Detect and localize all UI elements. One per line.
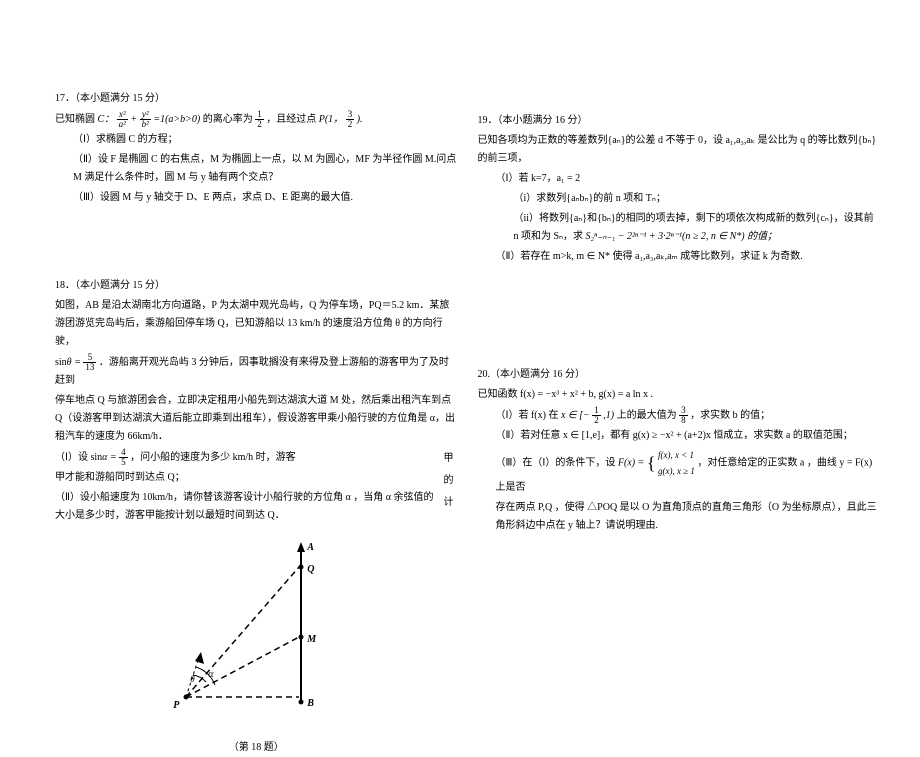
p20-q3a: （Ⅲ）在（Ⅰ）的条件下，设 F(x) = { f(x), x < 1 g(x),… — [478, 447, 881, 497]
fig-caption: （第 18 题） — [55, 739, 458, 757]
problem-18: 18．（本小题满分 15 分） 如图，AB 是沿太湖南北方向道路，P 为太湖中观… — [55, 277, 458, 757]
text: S₂ⁿ₋ₙ₋₁ − 2²ⁿ⁻¹ + 3·2ⁿ⁻¹(n ≥ 2, n ∈ N*) … — [586, 231, 778, 242]
p20-line1: 已知函数 f(x) = −x³ + x² + b, g(x) = a ln x … — [478, 386, 881, 404]
den: 8 — [679, 416, 688, 425]
side-text: 甲的计 — [444, 453, 454, 508]
p18-q1: （Ⅰ）设 sinα = 45 ，问小船的速度为多少 km/h 时，游客 — [55, 448, 440, 467]
p18-q1c: 甲才能和游船同时到达点 Q； — [55, 469, 440, 487]
den: 2 — [346, 120, 355, 129]
p19-q1i: （i）求数列{aₙbₙ}的前 n 项和 Tₙ； — [478, 190, 881, 208]
p20-q2: （Ⅱ）若对任意 x ∈ [1,e]，都有 g(x) ≥ −x² + (a+2)x… — [478, 427, 881, 445]
text: ，求实数 b 的值； — [690, 410, 770, 421]
label-alpha: α — [208, 666, 213, 684]
p19-q1: （Ⅰ）若 k=7，a₁ = 2 — [478, 170, 881, 188]
p19-q1ii: （ii）将数列{aₙ}和{bₙ}的相同的项去掉，剩下的项依次构成新的数列{cₙ}… — [478, 210, 881, 246]
label-A: A — [307, 539, 314, 557]
figure-18: A Q M B P α θ — [131, 537, 381, 737]
den: 2 — [592, 416, 601, 425]
p20-q1: （Ⅰ）若 f(x) 在 x ∈ [− 12 ,1) 上的最大值为 38 ，求实数… — [478, 406, 881, 425]
den: 13 — [83, 363, 96, 372]
text: C： — [98, 114, 115, 125]
text: 上的最大值为 — [617, 410, 680, 421]
text: ，且经过点 — [266, 114, 319, 125]
p18-line2: sinθ = 513 ．游船离开观光岛屿 3 分钟后，因事耽搁没有来得及登上游船… — [55, 353, 458, 390]
text: （Ⅰ）若 f(x) 在 — [496, 410, 561, 421]
problem-17: 17．（本小题满分 15 分） 已知椭圆 C： x²a² + y²b² =1(a… — [55, 90, 458, 207]
label-M: M — [307, 631, 316, 649]
den: 2 — [255, 120, 264, 129]
den: b² — [140, 120, 151, 129]
p17-line1: 已知椭圆 C： x²a² + y²b² =1(a>b>0) 的离心率为 12 ，… — [55, 110, 458, 129]
p19-header: 19．（本小题满分 16 分） — [478, 112, 881, 130]
p17-q1: （Ⅰ）求椭圆 C 的方程； — [55, 131, 458, 149]
case2: g(x), x ≥ 1 — [658, 463, 695, 479]
p18-line1: 如图，AB 是沿太湖南北方向道路，P 为太湖中观光岛屿，Q 为停车场，PQ＝5.… — [55, 297, 458, 351]
label-Q: Q — [307, 561, 314, 579]
problem-19: 19．（本小题满分 16 分） 已知各项均为正数的等差数列{aₙ}的公差 d 不… — [478, 112, 881, 266]
text: ．游船离开观光岛屿 3 分钟后，因事耽搁没有来得及登上游船的游客甲为了及时赶到 — [55, 357, 449, 386]
text: P(1， — [319, 114, 343, 125]
p18-q2: （Ⅱ）设小船速度为 10km/h，请你替该游客设计小船行驶的方位角 α ，当角 … — [55, 489, 440, 525]
p20-header: 20.（本小题满分 16 分） — [478, 366, 881, 384]
text: [− — [579, 410, 590, 421]
p19-line1: 已知各项均为正数的等差数列{aₙ}的公差 d 不等于 0，设 a₁,a₃,aₖ … — [478, 132, 881, 168]
text: 已知函数 f(x) = −x³ + x² + b, g(x) = a ln x … — [478, 389, 654, 400]
text: ,1) — [603, 410, 614, 421]
text: ). — [357, 114, 363, 125]
p20-q3c: 存在两点 P,Q ，使得 △POQ 是以 O 为直角顶点的直角三角形（O 为坐标… — [478, 499, 881, 535]
text: =1(a>b>0) — [153, 114, 200, 125]
den: 5 — [119, 458, 128, 467]
text: F(x) = — [618, 458, 644, 469]
text: （Ⅲ）在（Ⅰ）的条件下，设 — [496, 458, 618, 469]
text: sin — [55, 357, 67, 368]
text: （Ⅰ）设 sin — [55, 452, 102, 463]
label-theta: θ — [190, 671, 194, 687]
case1: f(x), x < 1 — [658, 447, 695, 463]
p17-q3: （Ⅲ）设圆 M 与 y 轴交于 D、E 两点，求点 D、E 距离的最大值. — [55, 189, 458, 207]
p18-header: 18．（本小题满分 15 分） — [55, 277, 458, 295]
text: 已知椭圆 — [55, 114, 98, 125]
den: a² — [117, 120, 128, 129]
p17-q2: （Ⅱ）设 F 是椭圆 C 的右焦点，M 为椭圆上一点，以 M 为圆心，MF 为半… — [55, 151, 458, 187]
p19-q2: （Ⅱ）若存在 m>k, m ∈ N* 使得 a₁,a₃,aₖ,aₘ 成等比数列，… — [478, 248, 881, 266]
text: ，问小船的速度为多少 km/h 时，游客 — [130, 452, 296, 463]
problem-20: 20.（本小题满分 16 分） 已知函数 f(x) = −x³ + x² + b… — [478, 366, 881, 535]
p18-line3: 停车地点 Q 与旅游团会合，立即决定租用小船先到达湖滨大道 M 处，然后乘出租汽… — [55, 392, 458, 446]
label-B: B — [307, 695, 314, 713]
text: 的离心率为 — [203, 114, 256, 125]
label-P: P — [173, 697, 179, 715]
p17-header: 17．（本小题满分 15 分） — [55, 90, 458, 108]
